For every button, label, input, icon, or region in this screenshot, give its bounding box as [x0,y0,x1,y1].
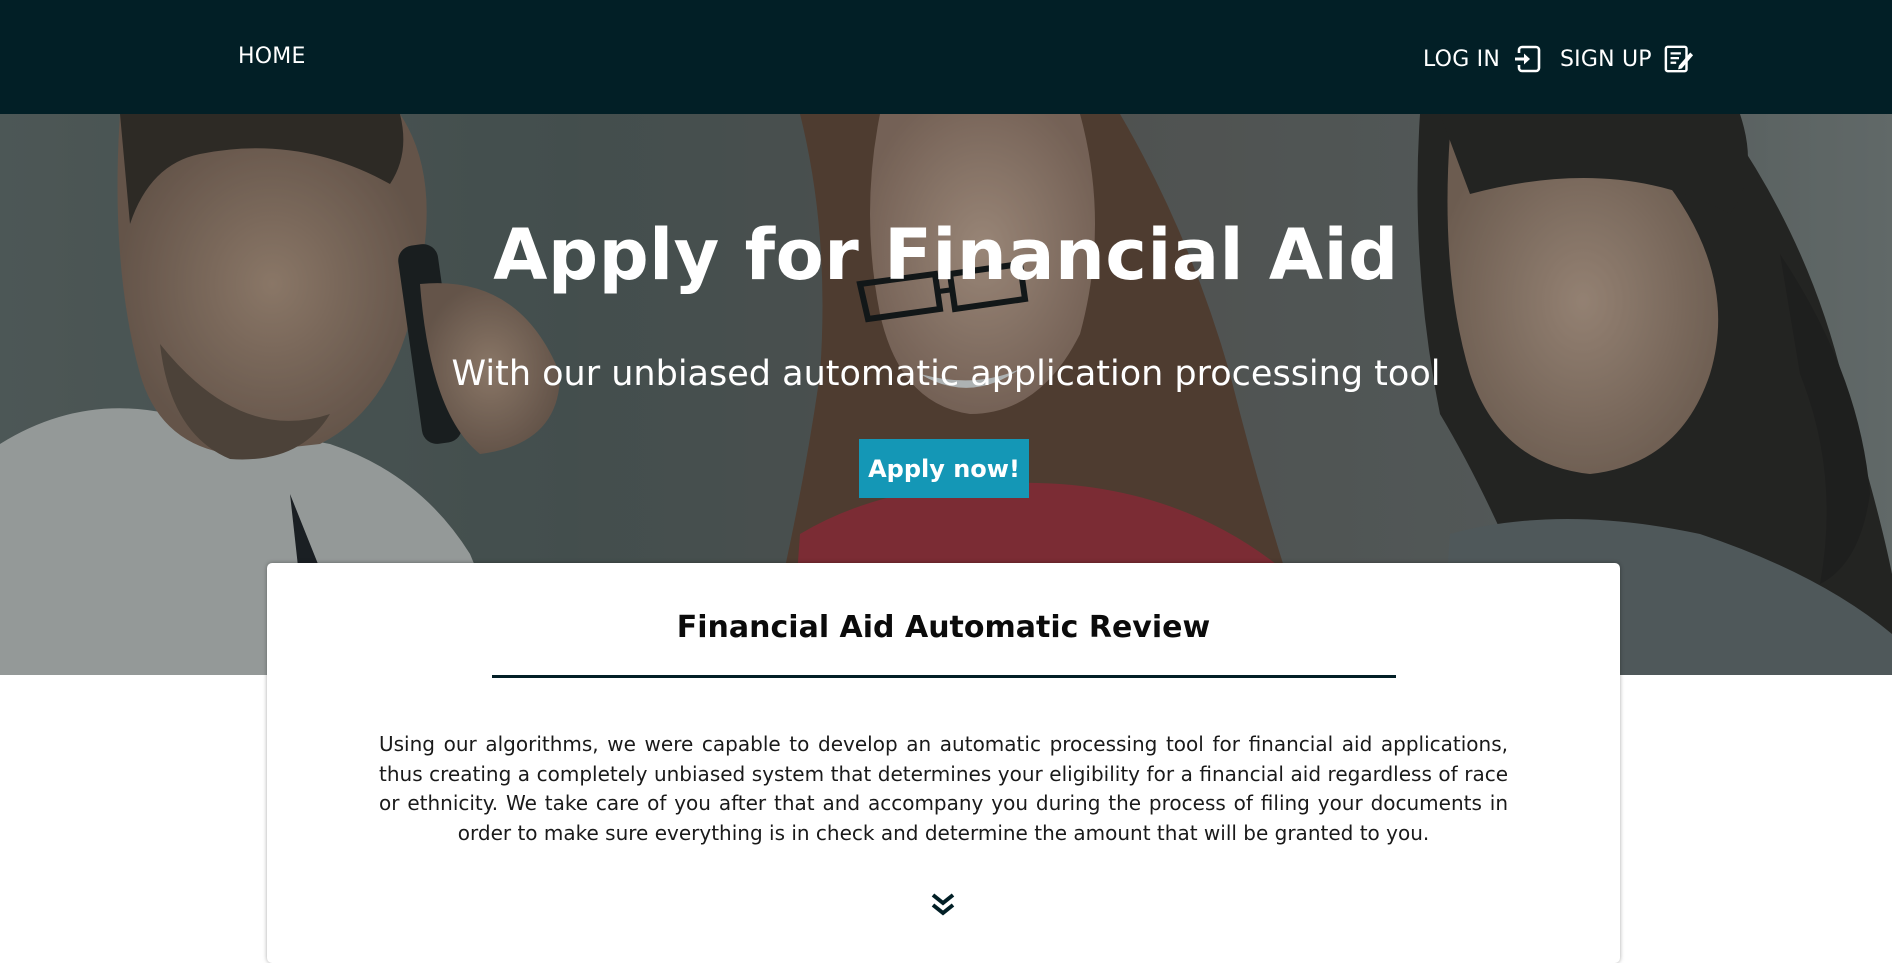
nav-login-label: LOG IN [1423,46,1500,72]
login-arrow-icon [1514,45,1541,73]
card-title: Financial Aid Automatic Review [676,610,1211,645]
review-card: Financial Aid Automatic Review Using our… [267,563,1620,963]
hero-subtitle: With our unbiased automatic application … [451,354,1441,394]
edit-document-icon [1664,45,1693,73]
card-divider [492,675,1396,678]
hero-title: Apply for Financial Aid [493,214,1399,296]
nav-login-link[interactable]: LOG IN [1423,44,1542,74]
nav-home-label: HOME [238,44,306,69]
double-chevron-down-icon[interactable] [928,891,958,921]
nav-signup-link[interactable]: SIGN UP [1560,44,1694,74]
nav-home-link[interactable]: HOME [238,44,306,69]
top-navbar: HOME LOG IN SIGN UP [0,0,1892,114]
card-description: Using our algorithms, we were capable to… [379,732,1508,845]
nav-signup-label: SIGN UP [1560,46,1652,72]
apply-now-button[interactable]: Apply now! [859,439,1029,498]
